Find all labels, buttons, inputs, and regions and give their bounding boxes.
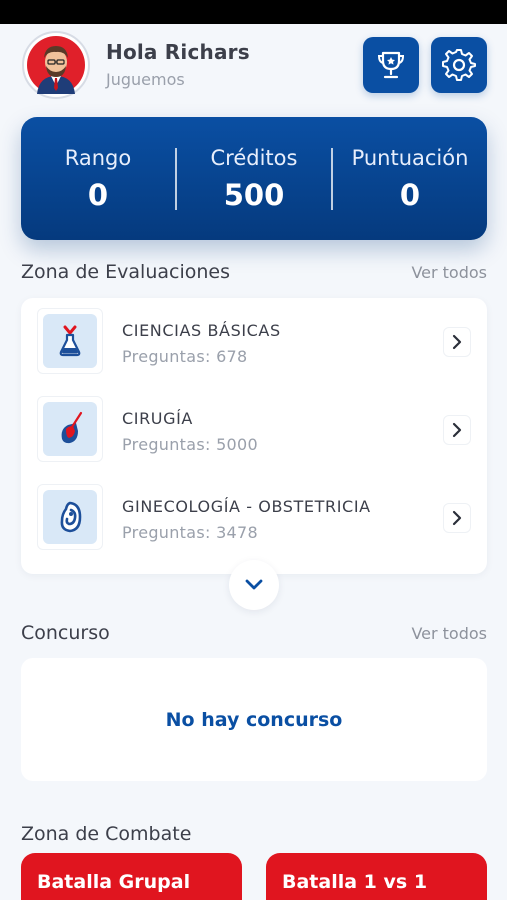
evaluations-title: Zona de Evaluaciones: [21, 261, 230, 283]
category-name: CIENCIAS BÁSICAS: [122, 321, 281, 340]
open-category-button[interactable]: [443, 503, 471, 533]
settings-button[interactable]: [431, 37, 487, 93]
open-category-button[interactable]: [443, 327, 471, 357]
score-value: 0: [399, 177, 421, 212]
open-category-button[interactable]: [443, 415, 471, 445]
credits-stat: Créditos 500: [177, 146, 331, 212]
trophy-button[interactable]: [363, 37, 419, 93]
rank-label: Rango: [64, 145, 132, 170]
contest-see-all-link[interactable]: Ver todos: [411, 624, 487, 643]
category-name: CIRUGÍA: [122, 409, 193, 428]
trophy-icon: [377, 51, 405, 79]
rank-stat: Rango 0: [21, 146, 175, 212]
category-question-count: Preguntas: 3478: [122, 523, 258, 542]
duel-battle-button[interactable]: Batalla 1 vs 1: [266, 853, 487, 900]
score-label: Puntuación: [351, 145, 469, 170]
chevron-right-icon: [452, 334, 462, 350]
duel-battle-label: Batalla 1 vs 1: [282, 871, 428, 893]
stats-card: Rango 0 Créditos 500 Puntuación 0: [21, 117, 487, 240]
contest-title: Concurso: [21, 622, 110, 644]
category-thumbnail: [37, 396, 103, 462]
contest-empty-message: No hay concurso: [165, 708, 343, 731]
category-question-count: Preguntas: 5000: [122, 435, 258, 454]
group-battle-button[interactable]: Batalla Grupal: [21, 853, 242, 900]
evaluations-see-all-link[interactable]: Ver todos: [411, 263, 487, 282]
gear-icon: [442, 49, 476, 81]
list-item[interactable]: GINECOLOGÍA - OBSTETRICIA Preguntas: 347…: [21, 474, 487, 562]
contest-card: No hay concurso: [21, 658, 487, 781]
category-question-count: Preguntas: 678: [122, 347, 248, 366]
category-thumbnail: [37, 308, 103, 374]
flask-icon: [59, 325, 81, 357]
greeting-title: Hola Richars: [106, 40, 250, 64]
chevron-down-icon: [245, 579, 263, 590]
credits-label: Créditos: [210, 145, 298, 170]
list-item[interactable]: CIRUGÍA Preguntas: 5000: [21, 386, 487, 474]
greeting-subtitle: Juguemos: [106, 70, 185, 89]
fetus-icon: [60, 501, 82, 533]
score-stat: Puntuación 0: [333, 146, 487, 212]
avatar[interactable]: [22, 31, 90, 99]
expand-list-button[interactable]: [229, 560, 279, 610]
scalpel-icon: [61, 411, 83, 444]
credits-value: 500: [223, 177, 285, 212]
user-avatar-icon: [27, 36, 85, 94]
category-name: GINECOLOGÍA - OBSTETRICIA: [122, 497, 371, 516]
category-thumbnail: [37, 484, 103, 550]
chevron-right-icon: [452, 422, 462, 438]
rank-value: 0: [87, 177, 109, 212]
chevron-right-icon: [452, 510, 462, 526]
combat-title: Zona de Combate: [21, 823, 192, 845]
evaluations-list: CIENCIAS BÁSICAS Preguntas: 678 CIRUGÍA …: [21, 298, 487, 574]
list-item[interactable]: CIENCIAS BÁSICAS Preguntas: 678: [21, 298, 487, 386]
group-battle-label: Batalla Grupal: [37, 871, 191, 893]
status-bar: [0, 0, 507, 24]
